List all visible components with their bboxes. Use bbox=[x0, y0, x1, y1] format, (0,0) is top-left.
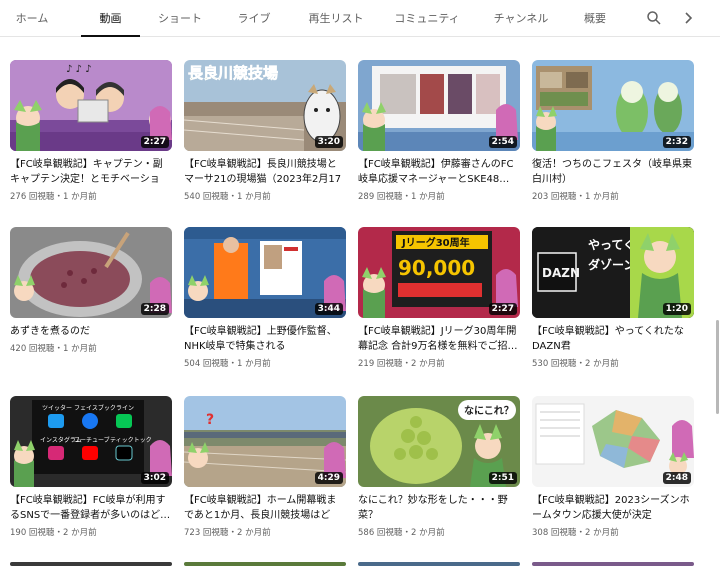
svg-text:フェイスブック: フェイスブック bbox=[74, 404, 116, 412]
video-title[interactable]: 復活！つちのこフェスタ（岐阜県東白川村） bbox=[532, 157, 694, 187]
svg-text:長良川競技場: 長良川競技場 bbox=[188, 64, 278, 82]
tab-community[interactable]: コミュニティ bbox=[394, 0, 459, 36]
tab-about[interactable]: 概要 bbox=[583, 0, 607, 36]
video-duration: 1:20 bbox=[662, 303, 691, 315]
video-thumbnail[interactable]: 長良川競技場 3:20 bbox=[184, 60, 346, 151]
svg-text:♪ ♪ ♪: ♪ ♪ ♪ bbox=[66, 64, 92, 75]
video-title[interactable]: 【FC岐阜観戦記】長良川競技場とマーサ21の現場猫（2023年2月17日） bbox=[184, 157, 346, 187]
video-meta: 540 回視聴・1 か月前 bbox=[184, 192, 271, 202]
video-duration: 3:44 bbox=[314, 303, 343, 315]
video-thumbnail[interactable] bbox=[532, 562, 694, 566]
video-title[interactable]: 【FC岐阜観戦記】やってくれたなDAZN君 bbox=[532, 324, 694, 354]
svg-text:ティックトック: ティックトック bbox=[110, 437, 152, 444]
video-card[interactable]: ♪ ♪ ♪ 2:27 【FC岐阜観戦記】キャプテン・副キャプテン決定！とモチベー… bbox=[10, 60, 172, 210]
search-icon[interactable] bbox=[646, 10, 662, 26]
svg-text:?: ? bbox=[206, 412, 214, 428]
video-card[interactable]: DAZN やってくれたな ダゾーン君 1:20 【FC岐阜観戦記】やってくれたな… bbox=[532, 227, 694, 377]
video-meta: 190 回視聴・2 か月前 bbox=[10, 528, 97, 538]
video-meta: 586 回視聴・2 か月前 bbox=[358, 528, 445, 538]
channel-tab-bar: ホーム 動画 ショート ライブ 再生リスト コミュニティ チャンネル 概要 bbox=[0, 0, 720, 37]
video-card[interactable]: 2:54 【FC岐阜観戦記】伊藤審さんのFC岐阜応援マネージャーとSKE48… … bbox=[358, 60, 520, 210]
video-card[interactable]: Jリーグ30周年 90,000 2:27 【FC岐阜観戦記】Jリーグ30周年開幕… bbox=[358, 227, 520, 377]
video-thumbnail[interactable] bbox=[358, 562, 520, 566]
video-duration: 4:29 bbox=[314, 472, 343, 484]
video-duration: 2:27 bbox=[488, 303, 517, 315]
video-title[interactable]: 【FC岐阜観戦記】Jリーグ30周年開幕記念 合計9万名様を無料でご招… bbox=[358, 324, 520, 354]
video-title[interactable]: 【FC岐阜観戦記】FC岐阜が利用するSNSで一番登録者が多いのはど… bbox=[10, 493, 172, 523]
video-thumbnail[interactable] bbox=[10, 562, 172, 566]
video-card[interactable]: なにこれ？ 2:51 なにこれ？妙な形をした・・・野菜？ 586 回視聴・2 か… bbox=[358, 396, 520, 546]
video-duration: 3:20 bbox=[314, 136, 343, 148]
video-thumbnail[interactable]: 2:54 bbox=[358, 60, 520, 151]
video-thumbnail[interactable]: ? 4:29 bbox=[184, 396, 346, 487]
video-title[interactable]: なにこれ？妙な形をした・・・野菜？ bbox=[358, 493, 520, 523]
video-title[interactable]: 【FC岐阜観戦記】伊藤審さんのFC岐阜応援マネージャーとSKE48… bbox=[358, 157, 520, 187]
video-thumbnail[interactable]: 2:48 bbox=[532, 396, 694, 487]
svg-text:90,000: 90,000 bbox=[398, 256, 475, 280]
video-duration: 2:48 bbox=[662, 472, 691, 484]
video-meta: 530 回視聴・2 か月前 bbox=[532, 359, 619, 369]
video-thumbnail[interactable]: ♪ ♪ ♪ 2:27 bbox=[10, 60, 172, 151]
video-meta: 308 回視聴・2 か月前 bbox=[532, 528, 619, 538]
video-card[interactable]: 2:48 【FC岐阜観戦記】2023シーズンホームタウン応援大使が決定 308 … bbox=[532, 396, 694, 546]
video-thumbnail[interactable]: なにこれ？ 2:51 bbox=[358, 396, 520, 487]
video-duration: 2:51 bbox=[488, 472, 517, 484]
video-duration: 2:54 bbox=[488, 136, 517, 148]
video-thumbnail[interactable]: 3:44 bbox=[184, 227, 346, 318]
video-card[interactable]: ツイッター フェイスブック ライン インスタグラム ユーチューブ ティックトック… bbox=[10, 396, 172, 546]
tab-live[interactable]: ライブ bbox=[236, 0, 272, 36]
svg-text:ライン: ライン bbox=[116, 405, 134, 412]
video-thumbnail[interactable]: Jリーグ30周年 90,000 2:27 bbox=[358, 227, 520, 318]
video-duration: 3:02 bbox=[140, 472, 169, 484]
svg-text:ツイッター: ツイッター bbox=[42, 404, 72, 412]
video-title[interactable]: 【FC岐阜観戦記】上野優作監督、NHK岐阜で特集される bbox=[184, 324, 346, 354]
video-meta: 289 回視聴・1 か月前 bbox=[358, 192, 445, 202]
tab-shorts[interactable]: ショート bbox=[154, 0, 206, 36]
video-meta: 723 回視聴・2 か月前 bbox=[184, 528, 271, 538]
video-meta: 203 回視聴・1 か月前 bbox=[532, 192, 619, 202]
video-meta: 504 回視聴・1 か月前 bbox=[184, 359, 271, 369]
video-title[interactable]: あずきを煮るのだ bbox=[10, 324, 172, 339]
video-duration: 2:32 bbox=[662, 136, 691, 148]
tab-videos[interactable]: 動画 bbox=[81, 0, 140, 37]
svg-text:なにこれ？: なにこれ？ bbox=[464, 405, 514, 417]
video-thumbnail[interactable]: 2:28 bbox=[10, 227, 172, 318]
video-thumbnail[interactable] bbox=[184, 562, 346, 566]
video-duration: 2:27 bbox=[140, 136, 169, 148]
video-thumbnail[interactable]: DAZN やってくれたな ダゾーン君 1:20 bbox=[532, 227, 694, 318]
video-card[interactable]: 2:28 あずきを煮るのだ 420 回視聴・1 か月前 bbox=[10, 227, 172, 377]
video-card[interactable]: 長良川競技場 3:20 【FC岐阜観戦記】長良川競技場とマーサ21の現場猫（20… bbox=[184, 60, 346, 210]
svg-text:Jリーグ30周年: Jリーグ30周年 bbox=[401, 236, 470, 249]
video-card[interactable]: 2:32 復活！つちのこフェスタ（岐阜県東白川村） 203 回視聴・1 か月前 bbox=[532, 60, 694, 210]
svg-text:DAZN: DAZN bbox=[542, 266, 580, 280]
video-title[interactable]: 【FC岐阜観戦記】ホーム開幕戦まであと1か月、長良川競技場はどう… bbox=[184, 493, 346, 523]
video-card[interactable]: ? 4:29 【FC岐阜観戦記】ホーム開幕戦まであと1か月、長良川競技場はどう…… bbox=[184, 396, 346, 546]
svg-text:ユーチューブ: ユーチューブ bbox=[74, 436, 110, 444]
page-scrollbar[interactable] bbox=[714, 0, 720, 566]
video-meta: 276 回視聴・1 か月前 bbox=[10, 192, 97, 202]
tab-home[interactable]: ホーム bbox=[14, 0, 50, 36]
video-thumbnail[interactable]: 2:32 bbox=[532, 60, 694, 151]
video-title[interactable]: 【FC岐阜観戦記】キャプテン・副キャプテン決定！とモチベーション… bbox=[10, 157, 172, 187]
tab-channels[interactable]: チャンネル bbox=[494, 0, 549, 36]
chevron-right-icon[interactable] bbox=[680, 10, 696, 26]
scrollbar-thumb[interactable] bbox=[716, 320, 719, 414]
video-duration: 2:28 bbox=[140, 303, 169, 315]
video-meta: 219 回視聴・2 か月前 bbox=[358, 359, 445, 369]
video-thumbnail[interactable]: ツイッター フェイスブック ライン インスタグラム ユーチューブ ティックトック… bbox=[10, 396, 172, 487]
video-meta: 420 回視聴・1 か月前 bbox=[10, 344, 97, 354]
video-card[interactable]: 3:44 【FC岐阜観戦記】上野優作監督、NHK岐阜で特集される 504 回視聴… bbox=[184, 227, 346, 377]
video-title[interactable]: 【FC岐阜観戦記】2023シーズンホームタウン応援大使が決定 bbox=[532, 493, 694, 523]
tab-playlists[interactable]: 再生リスト bbox=[305, 0, 367, 36]
